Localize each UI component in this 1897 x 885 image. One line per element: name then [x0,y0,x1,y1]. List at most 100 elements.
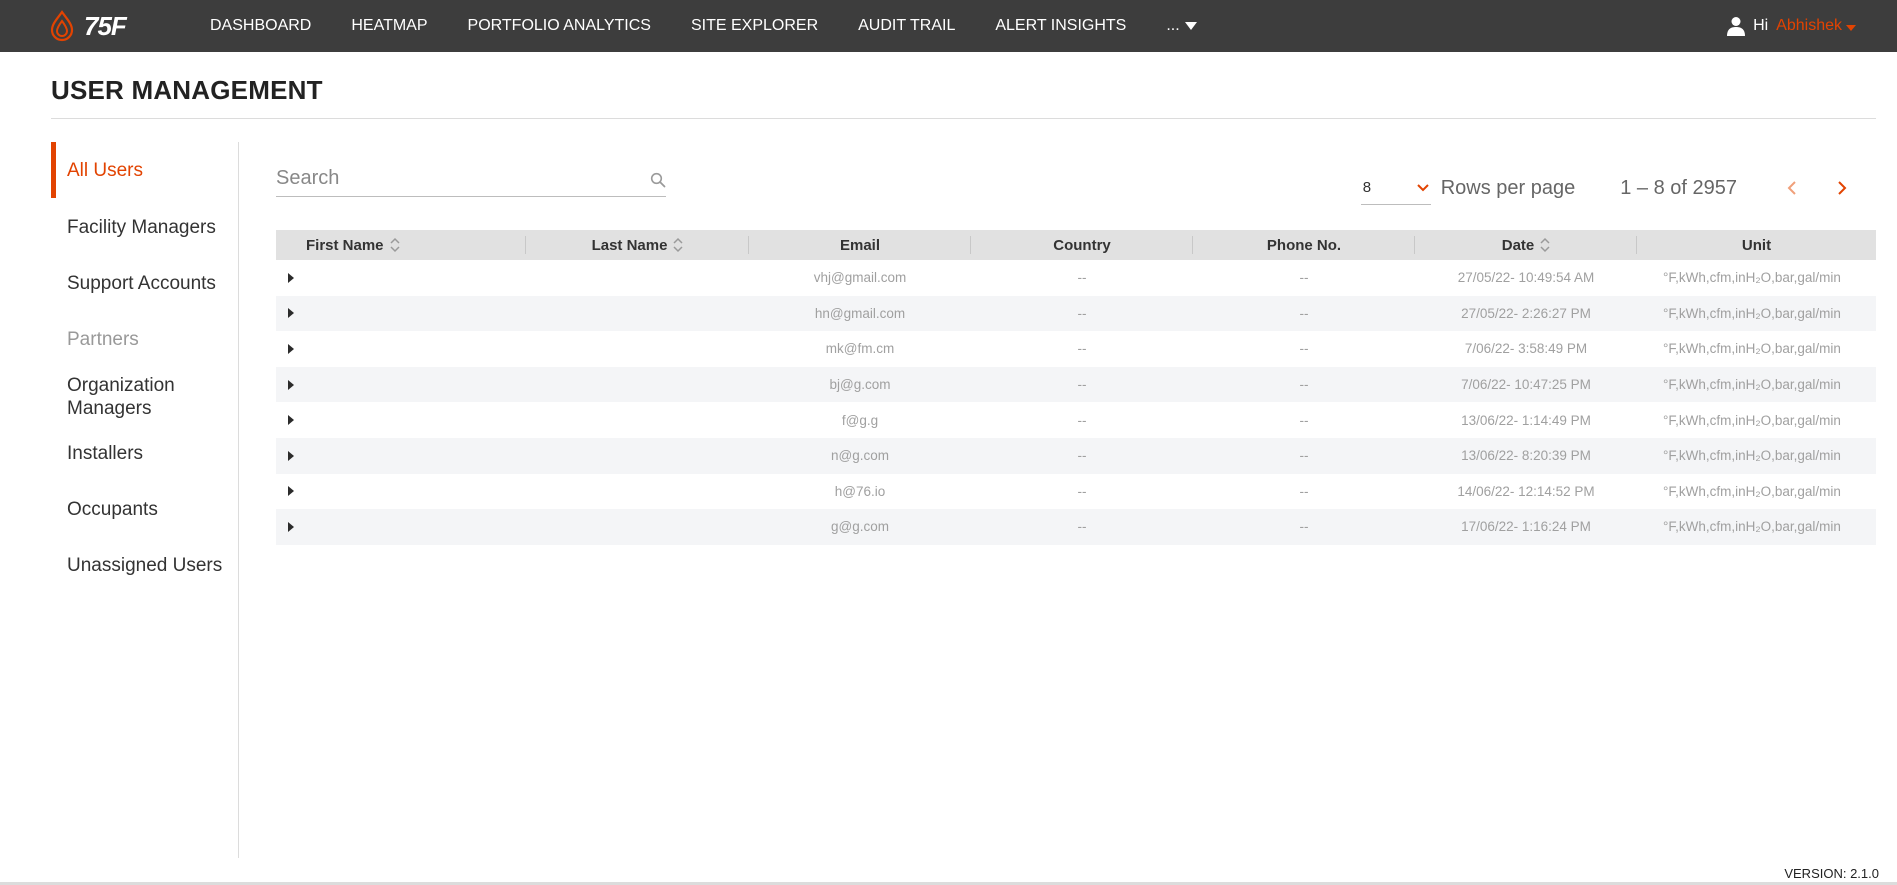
column-header-country: Country [971,230,1193,260]
column-header-unit: Unit [1637,230,1876,260]
cell-phone: -- [1299,483,1309,499]
cell-email: h@76.io [834,483,886,499]
cell-first-name [276,272,526,284]
cell-phone: -- [1299,305,1309,321]
chevron-down-icon [1416,183,1429,191]
expand-row-icon[interactable] [286,343,296,355]
sidebar-item-label: All Users [67,159,144,181]
cell-date: 13/06/22- 8:20:39 PM [1461,448,1591,464]
greeting-text: Hi [1753,17,1769,34]
column-header-first-name[interactable]: First Name [276,230,526,260]
column-header-label: First Name [306,236,384,254]
column-header-date[interactable]: Date [1415,230,1637,260]
page-range-label: 1 – 8 of 2957 [1620,176,1737,199]
sidebar-item-unassigned-users[interactable]: Unassigned Users [51,554,237,577]
sidebar-item-organization-managers[interactable]: Organization Managers [51,374,237,420]
cell-email: n@g.com [831,448,889,464]
sidebar-item-all-users[interactable]: All Users [51,142,237,198]
cell-email: g@g.com [831,519,889,535]
user-name: Abhishek [1776,17,1842,34]
sidebar-item-support-accounts[interactable]: Support Accounts [51,272,237,295]
cell-first-name [276,521,526,533]
column-header-last-name[interactable]: Last Name [526,230,749,260]
logo-drop-icon [50,10,74,42]
table-row[interactable]: hn@gmail.com -- -- 27/05/22- 2:26:27 PM °F,k… [276,295,1876,332]
column-header-label: Unit [1741,236,1772,254]
cell-unit: °F,kWh,cfm,inH₂O,bar,gal/min [1663,483,1841,499]
cell-date: 27/05/22- 10:49:54 AM [1457,270,1595,286]
table-row[interactable]: bj@g.com -- -- 7/06/22- 10:47:25 PM °F,kWh,c… [276,366,1876,403]
cell-date: 14/06/22- 12:14:52 PM [1457,483,1595,499]
cell-phone: -- [1299,519,1309,535]
user-icon [1727,17,1746,36]
column-header-phone: Phone No. [1193,230,1415,260]
next-page-button[interactable] [1827,173,1857,203]
table-row[interactable]: vhj@gmail.com -- -- 27/05/22- 10:49:54 AM °F… [276,260,1876,296]
cell-unit: °F,kWh,cfm,inH₂O,bar,gal/min [1663,448,1841,464]
expand-row-icon[interactable] [286,414,296,426]
user-name-dropdown[interactable]: Abhishek [1776,17,1857,35]
cell-country: -- [1077,305,1087,321]
pagination-controls: 8 Rows per page 1 – 8 of 2957 [1360,170,1857,206]
cell-unit: °F,kWh,cfm,inH₂O,bar,gal/min [1663,519,1841,535]
column-header-email: Email [749,230,971,260]
brand-logo[interactable]: 75F [48,9,143,43]
table-row[interactable]: mk@fm.cm -- -- 7/06/22- 3:58:49 PM °F,kWh,cf… [276,331,1876,367]
sidebar-item-label: Unassigned Users [67,555,223,576]
cell-country: -- [1077,483,1087,499]
cell-phone: -- [1299,448,1309,464]
table-row[interactable]: n@g.com -- -- 13/06/22- 8:20:39 PM °F,kWh,cf… [276,437,1876,474]
expand-row-icon[interactable] [286,450,296,462]
caret-down-icon [1184,22,1197,30]
table-row[interactable]: h@76.io -- -- 14/06/22- 12:14:52 PM °F,kWh,c… [276,474,1876,510]
sidebar-item-occupants[interactable]: Occupants [51,498,237,521]
cell-country: -- [1077,270,1087,286]
title-divider [51,118,1876,119]
cell-first-name [276,485,526,497]
nav-alert-insights[interactable]: ALERT INSIGHTS [995,17,1126,35]
cell-email: mk@fm.cm [825,341,895,357]
table-header: First Name Last Name Email Country Phone… [276,230,1876,260]
cell-first-name [276,307,526,319]
cell-date: 7/06/22- 3:58:49 PM [1464,341,1588,357]
cell-phone: -- [1299,270,1309,286]
expand-row-icon[interactable] [286,521,296,533]
nav-site-explorer[interactable]: SITE EXPLORER [691,17,818,35]
sidebar-item-label: Organization Managers [67,375,175,419]
table-row[interactable]: f@g.g -- -- 13/06/22- 1:14:49 PM °F,kWh,cfm,… [276,402,1876,438]
nav-dashboard[interactable]: DASHBOARD [210,17,311,35]
sidebar-item-installers[interactable]: Installers [51,442,237,465]
nav-portfolio-analytics[interactable]: PORTFOLIO ANALYTICS [468,17,651,35]
search-box [276,162,666,197]
expand-row-icon[interactable] [286,307,296,319]
cell-first-name [276,379,526,391]
expand-row-icon[interactable] [286,485,296,497]
rows-per-page-select[interactable]: 8 [1360,171,1431,205]
nav-heatmap[interactable]: HEATMAP [351,17,427,35]
rows-per-page-label: Rows per page [1440,176,1576,199]
table-row[interactable]: g@g.com -- -- 17/06/22- 1:16:24 PM °F,kWh,cf… [276,509,1876,545]
sidebar-item-facility-managers[interactable]: Facility Managers [51,216,237,239]
search-icon[interactable] [650,172,666,188]
expand-row-icon[interactable] [286,272,296,284]
rows-per-page-value: 8 [1362,179,1372,196]
cell-phone: -- [1299,377,1309,393]
cell-email: f@g.g [841,412,879,428]
previous-page-button[interactable] [1777,173,1807,203]
user-menu[interactable]: Hi Abhishek [1727,0,1857,52]
sidebar-item-label: Occupants [67,499,158,520]
column-header-label: Last Name [591,236,668,254]
cell-unit: °F,kWh,cfm,inH₂O,bar,gal/min [1663,270,1841,286]
nav-audit-trail[interactable]: AUDIT TRAIL [858,17,955,35]
sidebar-item-label: Installers [67,443,144,464]
cell-country: -- [1077,412,1087,428]
nav-more-menu[interactable]: ... [1166,17,1197,35]
column-header-label: Email [839,236,881,254]
search-input[interactable] [276,162,636,194]
cell-phone: -- [1299,412,1309,428]
expand-row-icon[interactable] [286,379,296,391]
cell-date: 17/06/22- 1:16:24 PM [1461,519,1591,535]
cell-email: vhj@gmail.com [813,270,907,286]
cell-first-name [276,450,526,462]
sidebar-item-label: Partners [67,329,139,350]
